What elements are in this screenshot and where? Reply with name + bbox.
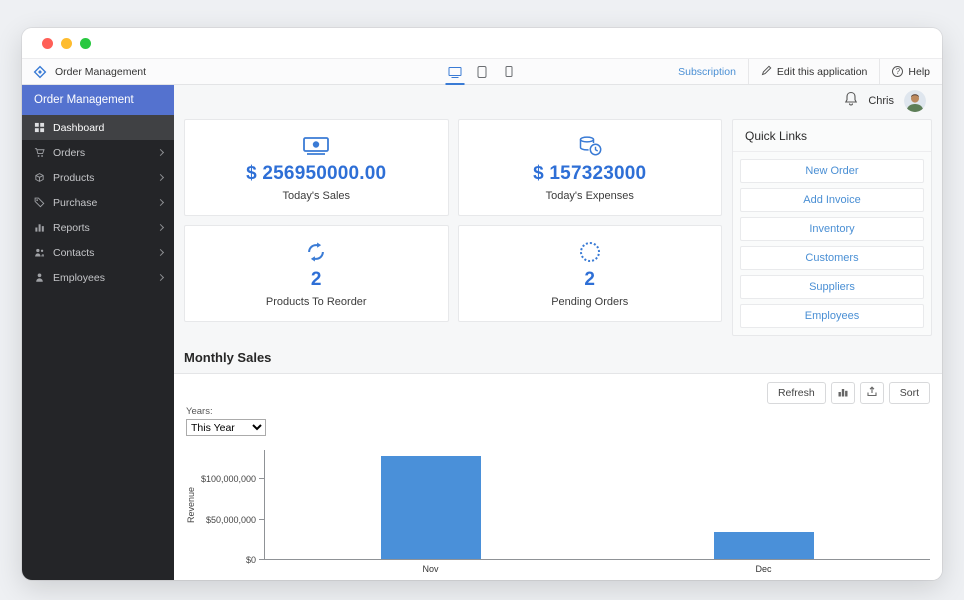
sidebar-item-purchase[interactable]: Purchase bbox=[22, 190, 174, 215]
sidebar-item-reports[interactable]: Reports bbox=[22, 215, 174, 240]
device-preview-toggle bbox=[442, 59, 523, 85]
todays-expenses-label: Today's Expenses bbox=[545, 189, 634, 202]
quick-link-add-invoice[interactable]: Add Invoice bbox=[740, 188, 924, 212]
todays-sales-label: Today's Sales bbox=[282, 189, 351, 202]
chart-toolbar: Refresh Sort bbox=[186, 382, 930, 404]
quick-link-suppliers[interactable]: Suppliers bbox=[740, 275, 924, 299]
help-button[interactable]: Help bbox=[879, 59, 942, 84]
app-logo-icon bbox=[33, 65, 47, 79]
sidebar-item-orders[interactable]: Orders bbox=[22, 140, 174, 165]
monthly-sales-chart-panel: Refresh Sort Years: This Year Revenue $0… bbox=[174, 373, 942, 580]
chevron-right-icon bbox=[156, 223, 165, 232]
chevron-right-icon bbox=[156, 273, 165, 282]
app-title: Order Management bbox=[55, 65, 147, 78]
pending-orders-label: Pending Orders bbox=[551, 295, 629, 308]
user-topbar: Chris bbox=[174, 85, 942, 117]
quick-link-customers[interactable]: Customers bbox=[740, 246, 924, 270]
bar-chart-icon bbox=[33, 222, 45, 233]
sort-button[interactable]: Sort bbox=[888, 382, 930, 404]
products-to-reorder-value: 2 bbox=[310, 268, 322, 290]
username-label: Chris bbox=[868, 95, 894, 107]
window-titlebar bbox=[22, 28, 942, 58]
device-tablet-button[interactable] bbox=[469, 59, 496, 84]
help-icon bbox=[892, 66, 904, 77]
refresh-button[interactable]: Refresh bbox=[766, 382, 826, 404]
column-chart-icon bbox=[838, 387, 848, 400]
chart-type-button[interactable] bbox=[830, 382, 855, 404]
bar-nov[interactable] bbox=[381, 456, 482, 559]
todays-sales-value: $ 256950000.00 bbox=[246, 162, 387, 184]
sidebar-app-title: Order Management bbox=[22, 85, 174, 115]
subscription-link[interactable]: Subscription bbox=[666, 59, 748, 84]
dashboard-icon bbox=[33, 122, 45, 133]
close-button[interactable] bbox=[42, 37, 53, 49]
export-icon bbox=[867, 386, 877, 400]
quick-links-title: Quick Links bbox=[733, 120, 931, 152]
edit-application-button[interactable]: Edit this application bbox=[747, 59, 879, 84]
tag-icon bbox=[33, 197, 45, 208]
sidebar-item-employees[interactable]: Employees bbox=[22, 265, 174, 290]
years-filter-label: Years: bbox=[186, 406, 213, 417]
pencil-icon bbox=[761, 65, 772, 79]
app-window: Order Management Subscription Edit this … bbox=[22, 28, 942, 580]
dotted-circle-icon bbox=[579, 240, 600, 264]
cart-icon bbox=[33, 147, 45, 158]
pending-orders-card[interactable]: 2 Pending Orders bbox=[457, 225, 722, 322]
bar-chart: Revenue $0 $50,000,000 $100,000,000 bbox=[186, 450, 930, 565]
device-phone-button[interactable] bbox=[496, 59, 523, 84]
sidebar-item-contacts[interactable]: Contacts bbox=[22, 240, 174, 265]
monthly-sales-title: Monthly Sales bbox=[184, 350, 272, 365]
plot-area: $0 $50,000,000 $100,000,000 bbox=[201, 450, 930, 565]
quick-link-inventory[interactable]: Inventory bbox=[740, 217, 924, 241]
sidebar: Order Management Dashboard Orders Produc… bbox=[22, 85, 174, 580]
box-icon bbox=[33, 172, 45, 183]
desktop-icon bbox=[448, 67, 462, 78]
todays-expenses-value: $ 157323000 bbox=[533, 162, 647, 184]
chevron-right-icon bbox=[156, 148, 165, 157]
year-filter-select[interactable]: This Year bbox=[186, 419, 266, 436]
sidebar-item-dashboard[interactable]: Dashboard bbox=[22, 115, 174, 140]
monthly-sales-section: Monthly Sales Refresh Sort Years: This Y… bbox=[174, 346, 942, 580]
bar-dec[interactable] bbox=[713, 532, 814, 559]
kpi-cards: $ 256950000.00 Today's Sales $ 157323000… bbox=[184, 119, 722, 336]
phone-icon bbox=[505, 66, 513, 77]
coins-clock-icon bbox=[578, 134, 602, 158]
pending-orders-value: 2 bbox=[584, 268, 596, 290]
quick-links-panel: Quick Links New Order Add Invoice Invent… bbox=[732, 119, 932, 336]
device-desktop-button[interactable] bbox=[442, 59, 469, 85]
cash-icon bbox=[303, 134, 330, 158]
todays-sales-card[interactable]: $ 256950000.00 Today's Sales bbox=[184, 119, 449, 216]
tablet-icon bbox=[477, 65, 487, 78]
y-axis-label: Revenue bbox=[186, 486, 196, 524]
chevron-right-icon bbox=[156, 173, 165, 182]
chevron-right-icon bbox=[156, 198, 165, 207]
refresh-cycle-icon bbox=[305, 240, 327, 264]
quick-link-new-order[interactable]: New Order bbox=[740, 159, 924, 183]
products-to-reorder-card[interactable]: 2 Products To Reorder bbox=[184, 225, 449, 322]
products-to-reorder-label: Products To Reorder bbox=[265, 295, 367, 308]
chevron-right-icon bbox=[156, 248, 165, 257]
main-content: Chris $ 256950000.00 Today's Sales $ 157… bbox=[174, 85, 942, 580]
sidebar-item-products[interactable]: Products bbox=[22, 165, 174, 190]
notifications-button[interactable] bbox=[844, 91, 858, 111]
minimize-button[interactable] bbox=[61, 37, 72, 49]
x-labels: Nov Dec bbox=[264, 560, 930, 574]
quick-link-employees[interactable]: Employees bbox=[740, 304, 924, 328]
contacts-icon bbox=[33, 247, 45, 258]
export-button[interactable] bbox=[859, 382, 884, 404]
zoom-button[interactable] bbox=[80, 37, 91, 49]
x-tick-label: Nov bbox=[422, 564, 439, 574]
user-avatar[interactable] bbox=[904, 90, 926, 112]
todays-expenses-card[interactable]: $ 157323000 Today's Expenses bbox=[457, 119, 722, 216]
person-icon bbox=[33, 272, 45, 283]
app-header-bar: Order Management Subscription Edit this … bbox=[22, 58, 942, 85]
x-tick-label: Dec bbox=[755, 564, 772, 574]
